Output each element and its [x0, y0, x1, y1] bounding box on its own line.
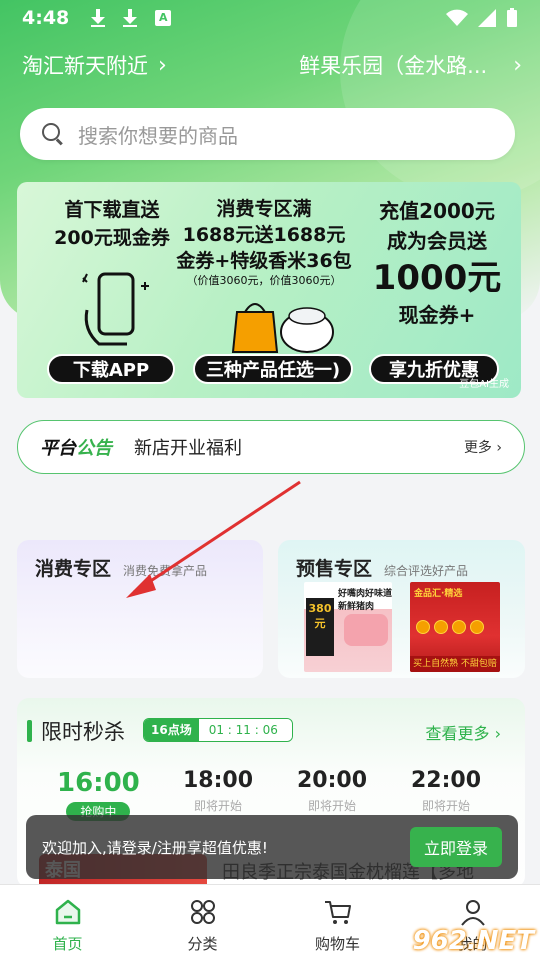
banner-consume-text: 消费专区满 1688元送1688元 金券+特级香米36包 （价值3060元，价值…	[169, 196, 359, 288]
slot-status: 即将开始	[308, 799, 357, 813]
notice-text: 新店开业福利	[134, 438, 242, 459]
product-label: 好嘴肉好味道 新鲜猪肉	[338, 589, 392, 612]
banner-recharge-text: 充值2000元 成为会员送 1000元 现金券+	[357, 196, 517, 330]
tab-home[interactable]: 首页	[0, 885, 135, 960]
time-slot-16[interactable]: 16:00 抢购中	[57, 768, 140, 821]
product-banner-text: 买上自然熟 不甜包赔	[410, 656, 500, 672]
toast-text: 欢迎加入,请登录/注册享超值优惠!	[42, 838, 268, 857]
signal-icon	[478, 9, 496, 27]
banner-download-text: 首下载直送 200元现金券	[37, 196, 187, 252]
status-bar: 4:48 A	[0, 0, 540, 36]
slot-status: 即将开始	[422, 799, 471, 813]
banner-choose-button[interactable]: 三种产品任选一)	[193, 354, 353, 384]
store-selector[interactable]: 鲜果乐园（金水路... ›	[299, 50, 522, 80]
search-placeholder: 搜索你想要的商品	[78, 123, 238, 148]
banner-note: （价值3060元，价值3060元）	[186, 274, 342, 287]
app-notification-icon: A	[155, 10, 172, 26]
card-title: 预售专区	[296, 558, 373, 580]
session-countdown: 16点场 01 : 11 : 06	[143, 718, 293, 742]
presale-product-fruit[interactable]: 金品汇·精选 买上自然熟 不甜包赔	[410, 582, 500, 672]
card-title: 消费专区	[35, 558, 112, 580]
site-watermark: 962.NET	[412, 926, 534, 956]
tab-label: 购物车	[314, 935, 360, 953]
download-icon	[123, 9, 138, 27]
location-text: 淘汇新天附近	[22, 54, 148, 78]
session-label: 16点场	[144, 719, 199, 741]
meat-image	[344, 614, 388, 646]
banner-line: 1688元送1688元	[182, 224, 346, 246]
promo-banner[interactable]: 首下载直送 200元现金券 消费专区满 1688元送1688元 金券+特级香米3…	[17, 182, 521, 398]
card-subtitle: 消费免费拿产品	[123, 564, 208, 578]
tab-category[interactable]: 分类	[135, 885, 270, 960]
time-slot-20[interactable]: 20:00 即将开始	[297, 768, 367, 814]
notice-tag-a: 平台	[40, 438, 76, 459]
fruit-image	[470, 620, 484, 634]
category-icon	[190, 900, 215, 924]
banner-line: 金券+特级香米36包	[176, 250, 352, 272]
status-time: 4:48	[22, 7, 70, 29]
search-icon	[42, 123, 64, 145]
search-bar[interactable]: 搜索你想要的商品	[20, 108, 515, 160]
fruit-image	[416, 620, 430, 634]
banner-line: 成为会员送	[387, 229, 487, 253]
view-more-link[interactable]: 查看更多 ›	[426, 720, 502, 744]
notice-more-label: 更多	[463, 440, 492, 456]
banner-line: 现金券+	[398, 303, 476, 327]
profile-icon	[460, 900, 485, 926]
bottom-tab-bar: 首页 分类 购物车 我的 962.NET	[0, 884, 540, 960]
banner-line: 消费专区满	[216, 198, 312, 220]
login-button[interactable]: 立即登录	[409, 827, 502, 867]
tab-cart[interactable]: 购物车	[270, 885, 405, 960]
phone-hand-illustration	[82, 272, 149, 346]
banner-line: 充值2000元	[379, 199, 495, 223]
product-label: 金品汇·精选	[414, 589, 463, 599]
notice-tag-b: 公告	[76, 438, 112, 459]
product-box: 380元	[306, 598, 334, 656]
banner-line: 首下载直送	[64, 199, 160, 221]
banner-big-amount: 1000元	[372, 258, 502, 298]
flash-sale-title: 限时秒杀	[41, 720, 125, 744]
rice-bag-illustration	[231, 303, 334, 353]
store-name: 鲜果乐园（金水路...	[299, 54, 488, 78]
fruit-image	[434, 620, 448, 634]
consume-zone-card[interactable]: 消费专区 消费免费拿产品	[17, 540, 263, 678]
tab-label: 首页	[52, 935, 83, 953]
presale-product-pork[interactable]: 好嘴肉好味道 新鲜猪肉 380元	[304, 582, 392, 672]
notice-tag: 平台公告	[40, 434, 112, 460]
slot-time: 20:00	[297, 768, 368, 793]
time-slot-18[interactable]: 18:00 即将开始	[183, 768, 253, 814]
notice-more-link[interactable]: 更多 ›	[464, 437, 502, 457]
login-toast: 欢迎加入,请登录/注册享超值优惠! 立即登录	[26, 815, 518, 879]
slot-time: 18:00	[183, 768, 254, 793]
chevron-right-icon: ›	[513, 52, 522, 78]
view-more-label: 查看更多	[425, 724, 490, 743]
fruit-image	[452, 620, 466, 634]
presale-zone-card[interactable]: 预售专区 综合评选好产品 好嘴肉好味道 新鲜猪肉 380元 金品汇·精选 买上自…	[278, 540, 525, 678]
wifi-icon	[446, 9, 468, 26]
slot-status: 即将开始	[194, 799, 243, 813]
slot-time: 22:00	[411, 768, 482, 793]
ai-generated-label: 豆包AI生成	[459, 379, 509, 390]
banner-line: 200元现金券	[54, 227, 170, 249]
time-slot-22[interactable]: 22:00 即将开始	[411, 768, 481, 814]
card-subtitle: 综合评选好产品	[384, 564, 469, 578]
chevron-right-icon: ›	[158, 52, 167, 78]
tab-label: 分类	[187, 935, 218, 953]
cart-icon	[324, 901, 351, 924]
download-icon	[91, 9, 106, 27]
countdown-timer: 01 : 11 : 06	[198, 719, 292, 741]
slot-time: 16:00	[57, 768, 140, 798]
battery-icon	[507, 8, 517, 27]
home-icon	[55, 899, 80, 925]
platform-notice[interactable]: 平台公告 新店开业福利 更多 ›	[17, 420, 525, 474]
location-selector[interactable]: 淘汇新天附近 ›	[22, 50, 167, 80]
banner-download-button[interactable]: 下载APP	[47, 354, 175, 384]
location-bar: 淘汇新天附近 › 鲜果乐园（金水路... ›	[22, 50, 522, 80]
section-accent-bar	[27, 720, 32, 742]
